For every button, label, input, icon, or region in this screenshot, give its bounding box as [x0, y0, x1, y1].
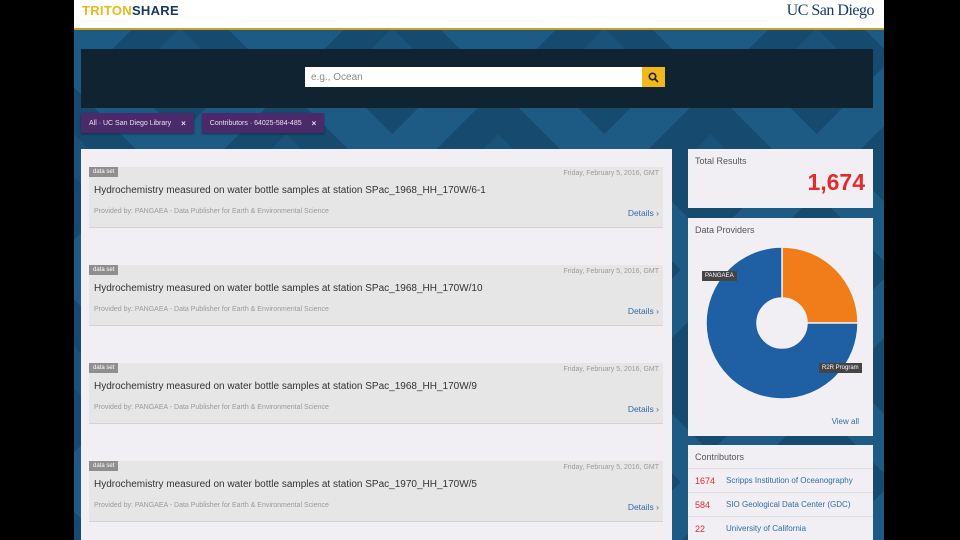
type-badge: data set	[89, 167, 119, 177]
details-link[interactable]: Details ›	[628, 404, 659, 414]
slice-label-pangaea: PANGAEA	[702, 271, 737, 281]
contributor-count: 1674	[695, 476, 716, 486]
contributor-name[interactable]: University of California	[726, 524, 806, 533]
details-link[interactable]: Details ›	[628, 502, 659, 512]
result-card: data set Friday, February 5, 2016, GMT H…	[89, 363, 663, 424]
details-link[interactable]: Details ›	[628, 208, 659, 218]
remove-filter-icon[interactable]: ×	[312, 119, 317, 128]
search-button[interactable]	[642, 67, 665, 87]
type-badge: data set	[89, 363, 119, 373]
active-filters: All · UC San Diego Library × Contributor…	[81, 113, 325, 133]
type-badge: data set	[89, 461, 119, 471]
logo-part-2: SHARE	[131, 3, 179, 18]
filter-chip-label: Contributors · 64025-584-485	[209, 119, 302, 127]
result-title[interactable]: Hydrochemistry measured on water bottle …	[94, 185, 486, 196]
result-date: Friday, February 5, 2016, GMT	[563, 464, 659, 471]
logo-part-1: TRITON	[82, 3, 132, 18]
filter-chip-label: All · UC San Diego Library	[89, 119, 172, 127]
details-link[interactable]: Details ›	[628, 306, 659, 316]
filter-chip-provider[interactable]: All · UC San Diego Library ×	[81, 113, 194, 133]
providers-donut-chart	[705, 246, 859, 400]
result-card: data set Friday, February 5, 2016, GMT H…	[89, 265, 663, 326]
contributor-row[interactable]: 22 University of California	[688, 516, 873, 540]
view-all-providers-link[interactable]: View all	[832, 417, 859, 426]
contributor-name[interactable]: Scripps Institution of Oceanography	[726, 476, 853, 485]
search-icon	[648, 71, 659, 83]
result-provider: Provided by: PANGAEA - Data Publisher fo…	[94, 502, 329, 509]
contributors-label: Contributors	[695, 452, 745, 462]
data-providers-panel: Data Providers PANGAEA R2R Program View …	[688, 218, 873, 436]
slice-label-r2r: R2R Program	[819, 363, 862, 373]
contributor-count: 22	[695, 524, 706, 534]
filter-chip-contributors[interactable]: Contributors · 64025-584-485 ×	[201, 113, 325, 133]
result-title[interactable]: Hydrochemistry measured on water bottle …	[94, 479, 477, 490]
total-results-panel: Total Results 1,674	[688, 149, 873, 208]
page: TRITONSHARE UC San Diego All · UC San Di…	[74, 0, 884, 540]
result-provider: Provided by: PANGAEA - Data Publisher fo…	[94, 306, 329, 313]
contributors-panel: Contributors 1674 Scripps Institution of…	[688, 445, 873, 540]
search-band	[81, 49, 873, 108]
total-results-label: Total Results	[695, 156, 747, 166]
ucsd-logo[interactable]: UC San Diego	[787, 2, 875, 20]
contributor-count: 584	[695, 500, 711, 510]
result-provider: Provided by: PANGAEA - Data Publisher fo…	[94, 208, 329, 215]
result-title[interactable]: Hydrochemistry measured on water bottle …	[94, 283, 483, 294]
data-providers-label: Data Providers	[695, 225, 755, 235]
type-badge: data set	[89, 265, 119, 275]
result-title[interactable]: Hydrochemistry measured on water bottle …	[94, 381, 477, 392]
result-date: Friday, February 5, 2016, GMT	[563, 366, 659, 373]
result-date: Friday, February 5, 2016, GMT	[563, 268, 659, 275]
remove-filter-icon[interactable]: ×	[181, 119, 186, 128]
donut-slice-pangaea[interactable]	[781, 246, 859, 324]
result-date: Friday, February 5, 2016, GMT	[563, 170, 659, 177]
contributor-name[interactable]: SIO Geological Data Center (GDC)	[726, 500, 851, 509]
results-list: data set Friday, February 5, 2016, GMT H…	[81, 149, 672, 540]
result-provider: Provided by: PANGAEA - Data Publisher fo…	[94, 404, 329, 411]
tritonshare-logo[interactable]: TRITONSHARE	[82, 3, 179, 18]
top-bar: TRITONSHARE UC San Diego	[74, 0, 884, 30]
total-results-count: 1,674	[807, 169, 865, 195]
contributor-row[interactable]: 584 SIO Geological Data Center (GDC)	[688, 492, 873, 517]
contributor-row[interactable]: 1674 Scripps Institution of Oceanography	[688, 468, 873, 493]
result-card: data set Friday, February 5, 2016, GMT H…	[89, 461, 663, 522]
search-input[interactable]	[305, 67, 642, 87]
result-card: data set Friday, February 5, 2016, GMT H…	[89, 167, 663, 228]
